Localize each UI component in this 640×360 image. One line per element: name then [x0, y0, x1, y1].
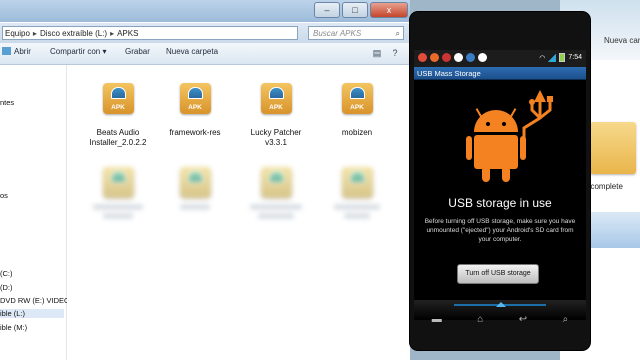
- wifi-icon: ◠: [539, 54, 546, 62]
- apk-icon: [179, 167, 211, 198]
- file-item-blurred[interactable]: [243, 167, 309, 219]
- apk-icon: APK: [179, 83, 211, 114]
- notification-icon: [478, 53, 487, 62]
- explorer-window: – □ x Equipo ▸ Disco extraíble (L:) ▸ APKS B…: [0, 0, 410, 360]
- phone-screen: ◠ 7:54 USB Mass Storage USB storage in u…: [414, 50, 586, 320]
- open-label: Abrir: [14, 47, 31, 56]
- file-item-blurred[interactable]: [85, 167, 151, 219]
- command-bar: Abrir Compartir con ▾ Grabar Nueva carpe…: [0, 43, 410, 65]
- open-button[interactable]: Abrir: [2, 47, 31, 56]
- breadcrumb-computer[interactable]: Equipo: [5, 29, 30, 38]
- notification-icon: [430, 53, 439, 62]
- apk-icon: APK: [260, 83, 292, 114]
- file-item[interactable]: APK Beats Audio Installer_2.0.2.2: [85, 83, 151, 148]
- search-placeholder: Buscar APKS: [313, 29, 362, 38]
- phone-device: ◠ 7:54 USB Mass Storage USB storage in u…: [410, 12, 590, 350]
- share-button[interactable]: Compartir con ▾: [50, 47, 106, 56]
- notification-icon: [454, 53, 463, 62]
- usb-heading: USB storage in use: [448, 196, 552, 210]
- address-bar: Equipo ▸ Disco extraíble (L:) ▸ APKS Buscar …: [0, 23, 410, 43]
- blurred-name: [250, 204, 302, 210]
- title-bar: – □ x: [0, 0, 410, 22]
- burn-button[interactable]: Grabar: [125, 47, 150, 56]
- blurred-name: [103, 213, 133, 219]
- turn-off-usb-button[interactable]: Turn off USB storage: [457, 264, 539, 284]
- nav-item-drive-l[interactable]: ible (L:): [0, 309, 64, 318]
- bg-new-folder-button[interactable]: Nueva carpeta: [604, 36, 640, 45]
- nav-item-drive-c[interactable]: (C:): [0, 269, 13, 278]
- blurred-name: [334, 204, 380, 210]
- file-list: APK Beats Audio Installer_2.0.2.2 APK fr…: [67, 65, 410, 360]
- nav-item-drive-e[interactable]: DVD RW (E:) VIDEO_I: [0, 296, 76, 305]
- signal-icon: [548, 53, 557, 62]
- nav-item-drive-d[interactable]: (D:): [0, 283, 13, 292]
- notification-icon: [466, 53, 475, 62]
- apk-icon: APK: [341, 83, 373, 114]
- phone-nav-bar: ▬ ⌂ ↩ ⌕: [414, 308, 586, 330]
- apk-icon: APK: [102, 83, 134, 114]
- blurred-name: [180, 204, 210, 210]
- open-icon: [2, 47, 11, 55]
- breadcrumb-folder[interactable]: APKS: [117, 29, 138, 38]
- bg-folder-label: ncomplete: [586, 182, 623, 191]
- menu-icon[interactable]: ▬: [432, 314, 442, 325]
- new-folder-button[interactable]: Nueva carpeta: [166, 47, 218, 56]
- file-item-blurred[interactable]: [162, 167, 228, 210]
- chevron-up-icon: [496, 302, 506, 307]
- blurred-name: [258, 213, 294, 219]
- blurred-name: [93, 204, 143, 210]
- file-item[interactable]: APK Lucky Patcher v3.3.1: [243, 83, 309, 148]
- back-icon[interactable]: ↩: [519, 314, 527, 325]
- nav-item-libraries[interactable]: os: [0, 191, 8, 200]
- apk-icon: [102, 167, 134, 198]
- file-name: mobizen: [341, 128, 373, 137]
- file-item[interactable]: APK mobizen: [324, 83, 390, 138]
- search-input[interactable]: Buscar APKS ⌕: [308, 26, 404, 40]
- file-name: Beats Audio Installer_2.0.2.2: [89, 128, 147, 147]
- search-icon: ⌕: [395, 29, 400, 38]
- notification-icon: [418, 53, 427, 62]
- search-icon[interactable]: ⌕: [563, 314, 569, 325]
- status-bar: ◠ 7:54: [414, 50, 586, 67]
- nav-item-drive-m[interactable]: ible (M:): [0, 323, 27, 332]
- help-icon[interactable]: ?: [390, 48, 400, 58]
- android-usb-icon: [466, 90, 553, 182]
- file-name: framework-res: [169, 128, 221, 137]
- folder-icon[interactable]: [590, 122, 636, 174]
- nav-item-recent[interactable]: ntes: [0, 98, 14, 107]
- maximize-button[interactable]: □: [342, 2, 368, 18]
- close-button[interactable]: x: [370, 2, 408, 18]
- breadcrumb-drive[interactable]: Disco extraíble (L:): [40, 29, 107, 38]
- app-title: USB Mass Storage: [414, 67, 586, 80]
- file-item[interactable]: APK framework-res: [162, 83, 228, 138]
- minimize-button[interactable]: –: [314, 2, 340, 18]
- file-name: Lucky Patcher v3.3.1: [250, 128, 302, 147]
- view-options-icon[interactable]: ▤: [372, 48, 382, 58]
- usb-description: Before turning off USB storage, make sur…: [424, 218, 576, 243]
- breadcrumb[interactable]: Equipo ▸ Disco extraíble (L:) ▸ APKS: [2, 26, 298, 40]
- blurred-name: [344, 213, 370, 219]
- home-icon[interactable]: ⌂: [477, 314, 483, 325]
- notification-icon: [442, 53, 451, 62]
- status-time: 7:54: [568, 54, 582, 61]
- navigation-pane: ntes os (C:) (D:) DVD RW (E:) VIDEO_I ib…: [0, 65, 76, 360]
- apk-icon: [341, 167, 373, 198]
- battery-icon: [559, 53, 566, 62]
- apk-icon: [260, 167, 292, 198]
- file-item-blurred[interactable]: [324, 167, 390, 219]
